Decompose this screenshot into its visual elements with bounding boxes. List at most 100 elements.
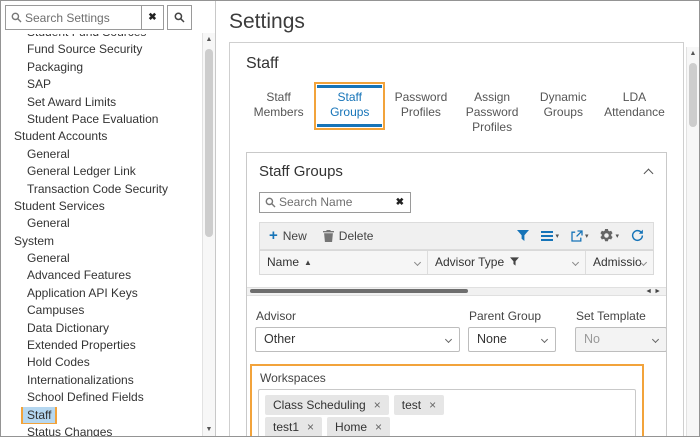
sidebar-item[interactable]: Data Dictionary (1, 320, 201, 337)
sidebar-item[interactable]: School Defined Fields (1, 389, 201, 406)
sidebar-item[interactable]: SAP (1, 76, 201, 93)
workspace-tag: Home × (327, 417, 390, 436)
sidebar-item-label: General (23, 215, 74, 231)
remove-tag-icon[interactable]: × (307, 421, 314, 433)
scroll-up-icon[interactable]: ▲ (203, 33, 215, 46)
app-window: ✖ Student Fund Sources Fund Source Secur… (0, 0, 700, 437)
sidebar-item[interactable]: General Ledger Link (1, 163, 201, 180)
tab[interactable]: LDA Attendance (602, 85, 667, 125)
grid-header: Name ▲ Advisor Type ▲ (259, 250, 654, 275)
sidebar-item-label: General (23, 146, 74, 162)
chevron-down-icon (445, 336, 452, 343)
sidebar-item-label: Student Fund Sources (23, 34, 150, 40)
tab[interactable]: Password Profiles (388, 85, 453, 125)
tab[interactable]: Dynamic Groups (531, 85, 596, 125)
column-header[interactable]: Admission Repres... ▲ (586, 251, 653, 274)
tab[interactable]: Staff Groups (317, 85, 382, 127)
staff-panel: Staff Staff Members Staff Groups Passwor… (229, 42, 684, 437)
sidebar-item-label: Student Services (10, 198, 109, 214)
column-menu-icon[interactable] (640, 259, 647, 266)
group-detail-form: Advisor Other Parent Group None (247, 296, 666, 436)
scroll-left-right-icons[interactable]: ◄► (645, 288, 663, 296)
gear-icon[interactable]: ▾ (600, 229, 619, 242)
tab[interactable]: Staff Members (246, 85, 311, 125)
advisor-select[interactable]: Other (255, 327, 460, 352)
sidebar-item-label: Hold Codes (23, 354, 94, 370)
set-template-field: Set Template No (575, 309, 666, 352)
sidebar-item-label: Student Pace Evaluation (23, 111, 162, 127)
tab[interactable]: Assign Password Profiles (460, 85, 525, 140)
workspace-tag-label: test1 (273, 420, 299, 434)
sidebar-item[interactable]: Staff (1, 407, 201, 424)
sidebar-item[interactable]: Student Accounts (1, 128, 201, 145)
grid-search-box[interactable]: ✖ (259, 192, 411, 213)
sidebar-item[interactable]: General (1, 250, 201, 267)
sidebar-item-label: Status Changes (23, 424, 116, 436)
main-scrollbar-thumb[interactable] (689, 63, 697, 127)
remove-tag-icon[interactable]: × (374, 399, 381, 411)
remove-tag-icon[interactable]: × (429, 399, 436, 411)
search-button[interactable] (167, 5, 192, 30)
sidebar-item[interactable]: General (1, 215, 201, 232)
sidebar-item[interactable]: Advanced Features (1, 267, 201, 284)
scroll-down-icon[interactable]: ▼ (203, 423, 215, 436)
sidebar-item[interactable]: Set Award Limits (1, 94, 201, 111)
remove-tag-icon[interactable]: × (375, 421, 382, 433)
chevron-down-icon: ▾ (615, 232, 619, 240)
horizontal-scrollbar-thumb[interactable] (250, 289, 468, 293)
staff-tabs: Staff Members Staff Groups Password Prof… (246, 85, 667, 140)
collapse-icon[interactable] (644, 169, 654, 179)
tag-row: test1 × Home × (265, 417, 629, 436)
sidebar-search-input[interactable] (25, 11, 141, 25)
sidebar-item[interactable]: Packaging (1, 59, 201, 76)
sort-ascending-icon: ▲ (304, 258, 312, 267)
delete-button[interactable]: Delete (323, 229, 374, 243)
workspace-tag: test1 × (265, 417, 322, 436)
new-button[interactable]: + New (269, 229, 307, 243)
sidebar-item[interactable]: Internationalizations (1, 372, 201, 389)
settings-sidebar: ✖ Student Fund Sources Fund Source Secur… (1, 1, 216, 436)
sidebar-item[interactable]: Hold Codes (1, 354, 201, 371)
sidebar-item[interactable]: Campuses (1, 302, 201, 319)
workspace-tag: Class Scheduling × (265, 395, 389, 415)
column-menu-icon[interactable] (572, 259, 579, 266)
filter-icon[interactable] (517, 230, 529, 241)
sidebar-item[interactable]: Fund Source Security (1, 41, 201, 58)
sidebar-scrollbar-thumb[interactable] (205, 49, 213, 237)
parent-group-field: Parent Group None (468, 309, 556, 352)
scroll-up-icon[interactable]: ▲ (687, 47, 699, 60)
sidebar-item[interactable]: Student Pace Evaluation (1, 111, 201, 128)
filter-applied-icon (510, 255, 519, 269)
view-columns-icon[interactable]: ▾ (541, 231, 559, 241)
sidebar-item[interactable]: Student Services (1, 198, 201, 215)
section-title: Staff Groups (259, 163, 343, 180)
sidebar-item-label: Fund Source Security (23, 41, 146, 57)
column-menu-icon[interactable] (414, 259, 421, 266)
main-scrollbar[interactable]: ▲ (686, 47, 699, 436)
export-icon[interactable]: ▾ (571, 230, 589, 242)
sidebar-item[interactable]: General (1, 146, 201, 163)
sidebar-item[interactable]: Extended Properties (1, 337, 201, 354)
sidebar-search-box[interactable]: ✖ (5, 5, 164, 30)
panel-title: Staff (246, 55, 667, 73)
parent-group-select[interactable]: None (468, 327, 556, 352)
clear-search-icon[interactable]: ✖ (141, 6, 163, 29)
horizontal-scrollbar[interactable]: ◄► (247, 287, 666, 296)
sidebar-item[interactable]: Status Changes (1, 424, 201, 436)
sidebar-item[interactable]: Transaction Code Security (1, 181, 201, 198)
workspaces-tag-input[interactable]: Class Scheduling × test × (258, 389, 636, 436)
clear-grid-search-icon[interactable]: ✖ (396, 197, 404, 208)
sidebar-item[interactable]: System (1, 233, 201, 250)
sidebar-item-label: System (10, 233, 58, 249)
sidebar-item[interactable]: Student Fund Sources (1, 34, 201, 41)
sidebar-scrollbar[interactable]: ▲ ▼ (202, 33, 215, 436)
column-header[interactable]: Advisor Type ▲ (428, 251, 586, 274)
search-icon (265, 197, 276, 208)
column-header[interactable]: Name ▲ (260, 251, 428, 274)
workspaces-label: Workspaces (260, 371, 636, 385)
refresh-icon[interactable] (631, 229, 644, 242)
workspace-tag-label: Home (335, 420, 367, 434)
grid-search-input[interactable] (279, 195, 375, 209)
set-template-value: No (584, 332, 600, 346)
sidebar-item[interactable]: Application API Keys (1, 285, 201, 302)
